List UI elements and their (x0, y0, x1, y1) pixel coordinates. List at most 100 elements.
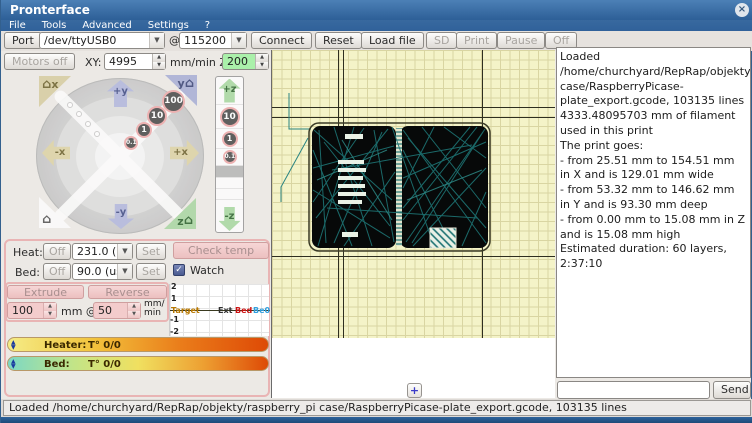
z-step-0-1-badge: 0.1 (223, 150, 237, 164)
command-input[interactable] (557, 381, 710, 399)
z-strip-segment[interactable] (216, 166, 243, 178)
spin-down-icon[interactable]: ▼ (128, 311, 140, 319)
bed-gauge-value: T° 0/0 (88, 359, 121, 370)
jog-plus-z-button[interactable]: +z (216, 77, 243, 105)
z-jog-strip: +z 10 1 0.1 -z (215, 76, 244, 233)
heat-label: Heat: (13, 244, 43, 261)
heater-gauge-label: Heater: (44, 340, 86, 351)
z-strip-segment[interactable] (216, 189, 243, 200)
home-icon: ⌂ (185, 76, 194, 91)
viewer-zoom-in-button[interactable]: + (407, 383, 422, 398)
extrude-length-spinner[interactable]: 100 ▲▼ (7, 302, 57, 319)
heater-gauge[interactable]: ▲▼ Heater: T° 0/0 (7, 337, 269, 352)
spin-down-icon[interactable]: ▼ (153, 62, 165, 70)
z-step-0-1[interactable]: 0.1 (216, 149, 243, 166)
extrude-speed-spinner[interactable]: 50 ▲▼ (93, 302, 141, 319)
reset-button[interactable]: Reset (315, 32, 362, 49)
pause-button[interactable]: Pause (497, 32, 545, 49)
heat-off-button[interactable]: Off (43, 243, 71, 260)
watch-label: Watch (190, 262, 224, 279)
jog-step-0-1[interactable]: 0.1 (124, 136, 138, 150)
bed-temp-combo[interactable]: 90.0 (us ▼ (72, 263, 133, 280)
close-icon[interactable]: × (735, 3, 749, 17)
minus-z-arrow: -z (219, 207, 241, 231)
temperature-graph: 2 1 -1 -2 Target Ext Bed Be0 (169, 284, 269, 336)
bed-temp-value: 90.0 (us (73, 265, 117, 278)
graph-tick: 1 (171, 294, 177, 303)
chevron-down-icon[interactable]: ▼ (117, 264, 132, 279)
extrude-length-value: 100 (8, 303, 43, 318)
menu-file[interactable]: File (1, 20, 34, 31)
title-bar[interactable]: Pronterface × (1, 0, 752, 20)
z-strip-segment[interactable] (216, 178, 243, 189)
spin-up-icon[interactable]: ▲ (153, 54, 165, 62)
heat-temp-value: 231.0 (u (73, 245, 117, 258)
spin-up-icon[interactable]: ▲ (256, 54, 268, 62)
graph-label-target: Target (171, 306, 200, 315)
z-step-10[interactable]: 10 (216, 105, 243, 129)
home-x-label: x (51, 78, 58, 91)
extrude-button[interactable]: Extrude (7, 285, 84, 299)
jog-step-100[interactable]: 100 (162, 90, 185, 113)
spin-up-icon[interactable]: ▲ (128, 303, 140, 311)
chevron-down-icon[interactable]: ▼ (231, 33, 246, 48)
watch-checkbox[interactable]: ✓ (173, 264, 185, 276)
menu-settings[interactable]: Settings (140, 20, 197, 31)
mm-min-unit-label: mm/min (144, 300, 168, 318)
home-icon: ⌂ (42, 212, 51, 227)
connect-button[interactable]: Connect (251, 32, 312, 49)
spin-up-icon[interactable]: ▲ (44, 303, 56, 311)
jog-step-1[interactable]: 1 (136, 122, 152, 138)
pronterface-window: Pronterface × File Tools Advanced Settin… (0, 0, 752, 423)
sd-button[interactable]: SD (426, 32, 457, 49)
chevron-down-icon[interactable]: ▼ (117, 244, 132, 259)
motors-off-button[interactable]: Motors off (4, 53, 75, 70)
menu-advanced[interactable]: Advanced (74, 20, 139, 31)
send-button[interactable]: Send (713, 381, 751, 399)
bed-label: Bed: (15, 264, 40, 281)
z-step-10-badge: 10 (220, 107, 240, 127)
spin-down-icon[interactable]: ▼ (44, 311, 56, 319)
jog-minus-z-button[interactable]: -z (216, 206, 243, 232)
baud-combo-value: 115200 (180, 34, 231, 47)
chevron-down-icon[interactable]: ▼ (149, 33, 164, 48)
spin-down-icon[interactable]: ▼ (256, 62, 268, 70)
bed-set-button[interactable]: Set (136, 263, 166, 280)
home-y-label: y (178, 77, 185, 90)
xy-feed-label: XY: (85, 54, 102, 71)
jog-dot (76, 111, 82, 117)
log-output[interactable]: Loaded /home/churchyard/RepRap/objekty/r… (556, 47, 751, 378)
check-temp-button[interactable]: Check temp (173, 242, 269, 259)
z-feed-value: 200 (223, 54, 255, 69)
heat-temp-combo[interactable]: 231.0 (u ▼ (72, 243, 133, 260)
print-button[interactable]: Print (456, 32, 497, 49)
z-step-1-badge: 1 (222, 131, 238, 147)
bed-gauge-label: Bed: (44, 359, 70, 370)
mm-at-label: mm @ (61, 303, 97, 320)
extrude-speed-value: 50 (94, 303, 127, 318)
xy-feed-spinner[interactable]: 4995 ▲▼ (104, 53, 166, 70)
z-step-1[interactable]: 1 (216, 129, 243, 149)
bed-off-button[interactable]: Off (43, 263, 71, 280)
bed-gauge[interactable]: ▲▼ Bed: T° 0/0 (7, 356, 269, 371)
menu-help[interactable]: ? (197, 20, 218, 31)
home-icon: ⌂ (42, 77, 51, 92)
gcode-plate-grid[interactable] (272, 50, 555, 338)
status-text: Loaded /home/churchyard/RepRap/objekty/r… (3, 400, 751, 416)
jog-dot (85, 121, 91, 127)
menu-tools[interactable]: Tools (34, 20, 75, 31)
jog-controls: ⌂x y⌂ ⌂ z⌂ +y -y -x +x 100 10 1 0.1 +z 1… (16, 74, 266, 238)
plus-z-arrow: +z (219, 79, 241, 103)
gauge-marker-icon: ▲▼ (11, 340, 19, 351)
port-combo[interactable]: /dev/ttyUSB0 ▼ (39, 32, 165, 49)
load-file-button[interactable]: Load file (361, 32, 424, 49)
gcode-preview (272, 50, 555, 338)
graph-tick: 2 (171, 282, 177, 291)
jog-step-10[interactable]: 10 (147, 106, 167, 126)
z-feed-spinner[interactable]: 200 ▲▼ (222, 53, 269, 70)
gauge-marker-icon: ▲▼ (11, 359, 19, 370)
baud-combo[interactable]: 115200 ▼ (179, 32, 247, 49)
heat-set-button[interactable]: Set (136, 243, 166, 260)
reverse-button[interactable]: Reverse (88, 285, 167, 299)
port-button[interactable]: Port (4, 32, 42, 49)
